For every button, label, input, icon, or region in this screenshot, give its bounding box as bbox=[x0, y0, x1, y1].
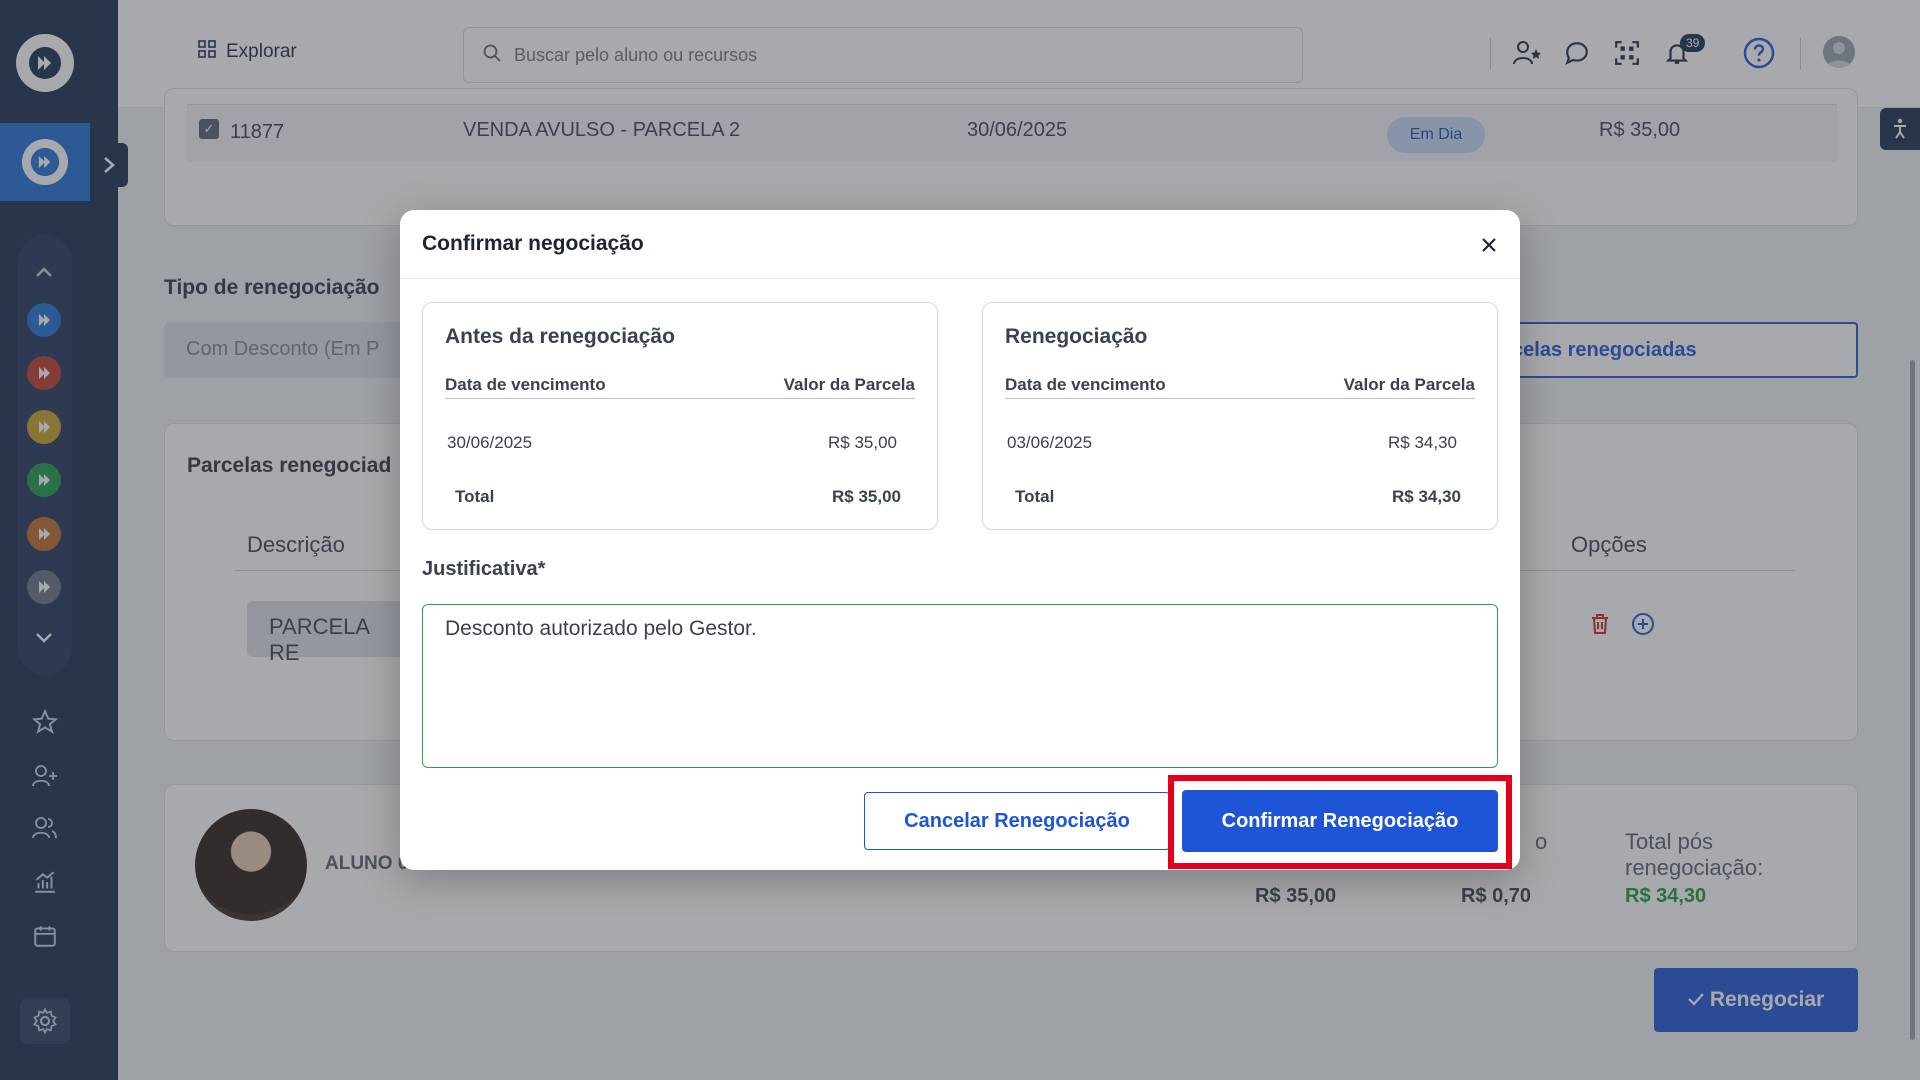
column-header-date: Data de vencimento bbox=[445, 375, 606, 394]
after-date: 03/06/2025 bbox=[1007, 433, 1093, 452]
before-title: Antes da renegociação bbox=[445, 325, 675, 348]
before-date: 30/06/2025 bbox=[447, 433, 533, 452]
modal-divider bbox=[400, 278, 1520, 279]
before-renegotiation-panel: Antes da renegociação Data de vencimento… bbox=[422, 302, 938, 530]
justificativa-label: Justificativa* bbox=[422, 558, 546, 580]
column-divider bbox=[1005, 398, 1475, 399]
before-total-value: R$ 35,00 bbox=[832, 487, 901, 506]
after-renegotiation-panel: Renegociação Data de vencimento Valor da… bbox=[982, 302, 1498, 530]
column-divider bbox=[445, 398, 915, 399]
justificativa-textarea[interactable]: Desconto autorizado pelo Gestor. bbox=[422, 604, 1498, 768]
column-header-date: Data de vencimento bbox=[1005, 375, 1166, 394]
modal-title: Confirmar negociação bbox=[422, 232, 644, 255]
after-title: Renegociação bbox=[1005, 325, 1148, 348]
after-total-label: Total bbox=[1015, 487, 1055, 506]
confirm-negotiation-modal: Confirmar negociação Antes da renegociaç… bbox=[400, 210, 1520, 870]
cancel-renegotiation-button[interactable]: Cancelar Renegociação bbox=[864, 792, 1170, 850]
after-value: R$ 34,30 bbox=[1388, 433, 1457, 452]
before-total-label: Total bbox=[455, 487, 495, 506]
close-icon[interactable] bbox=[1472, 228, 1506, 262]
confirm-renegotiation-button[interactable]: Confirmar Renegociação bbox=[1182, 790, 1498, 852]
after-total-value: R$ 34,30 bbox=[1392, 487, 1461, 506]
column-header-value: Valor da Parcela bbox=[783, 375, 915, 394]
column-header-value: Valor da Parcela bbox=[1343, 375, 1475, 394]
before-value: R$ 35,00 bbox=[828, 433, 897, 452]
